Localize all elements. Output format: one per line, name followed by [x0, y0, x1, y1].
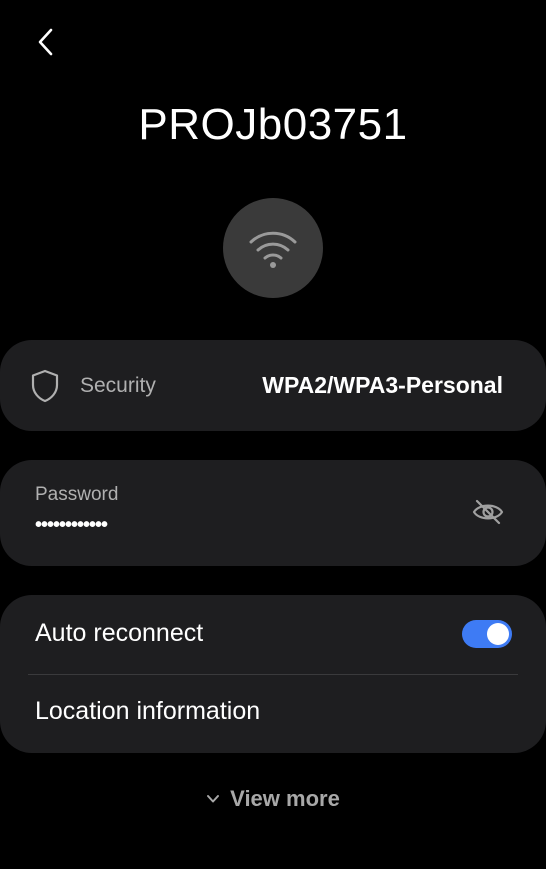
security-card: Security WPA2/WPA3-Personal [0, 340, 546, 431]
eye-off-icon [472, 499, 504, 525]
toggle-password-visibility-button[interactable] [470, 497, 506, 527]
security-value: WPA2/WPA3-Personal [262, 372, 503, 398]
back-button[interactable] [26, 22, 66, 62]
wifi-status-badge [223, 198, 323, 298]
password-label: Password [35, 484, 119, 505]
auto-reconnect-toggle[interactable] [462, 620, 512, 648]
wifi-icon [249, 231, 297, 268]
auto-reconnect-label: Auto reconnect [35, 619, 204, 647]
chevron-left-icon [38, 28, 53, 56]
view-more-button[interactable]: View more [0, 786, 546, 812]
security-label: Security [80, 374, 156, 397]
auto-reconnect-row[interactable]: Auto reconnect [0, 595, 546, 673]
location-information-label: Location information [35, 697, 261, 725]
password-card[interactable]: Password •••••••••••• [0, 460, 546, 566]
password-field[interactable]: •••••••••••• [35, 514, 108, 537]
toggle-knob [487, 623, 509, 645]
shield-icon [31, 369, 59, 403]
options-card: Auto reconnect Location information [0, 595, 546, 753]
location-information-row[interactable]: Location information [0, 675, 546, 753]
wifi-network-details-screen: PROJb03751 Security WPA2/WPA3-Personal P… [0, 0, 546, 869]
view-more-label: View more [230, 786, 340, 811]
chevron-down-icon [207, 795, 220, 803]
network-name-title: PROJb03751 [138, 100, 408, 149]
